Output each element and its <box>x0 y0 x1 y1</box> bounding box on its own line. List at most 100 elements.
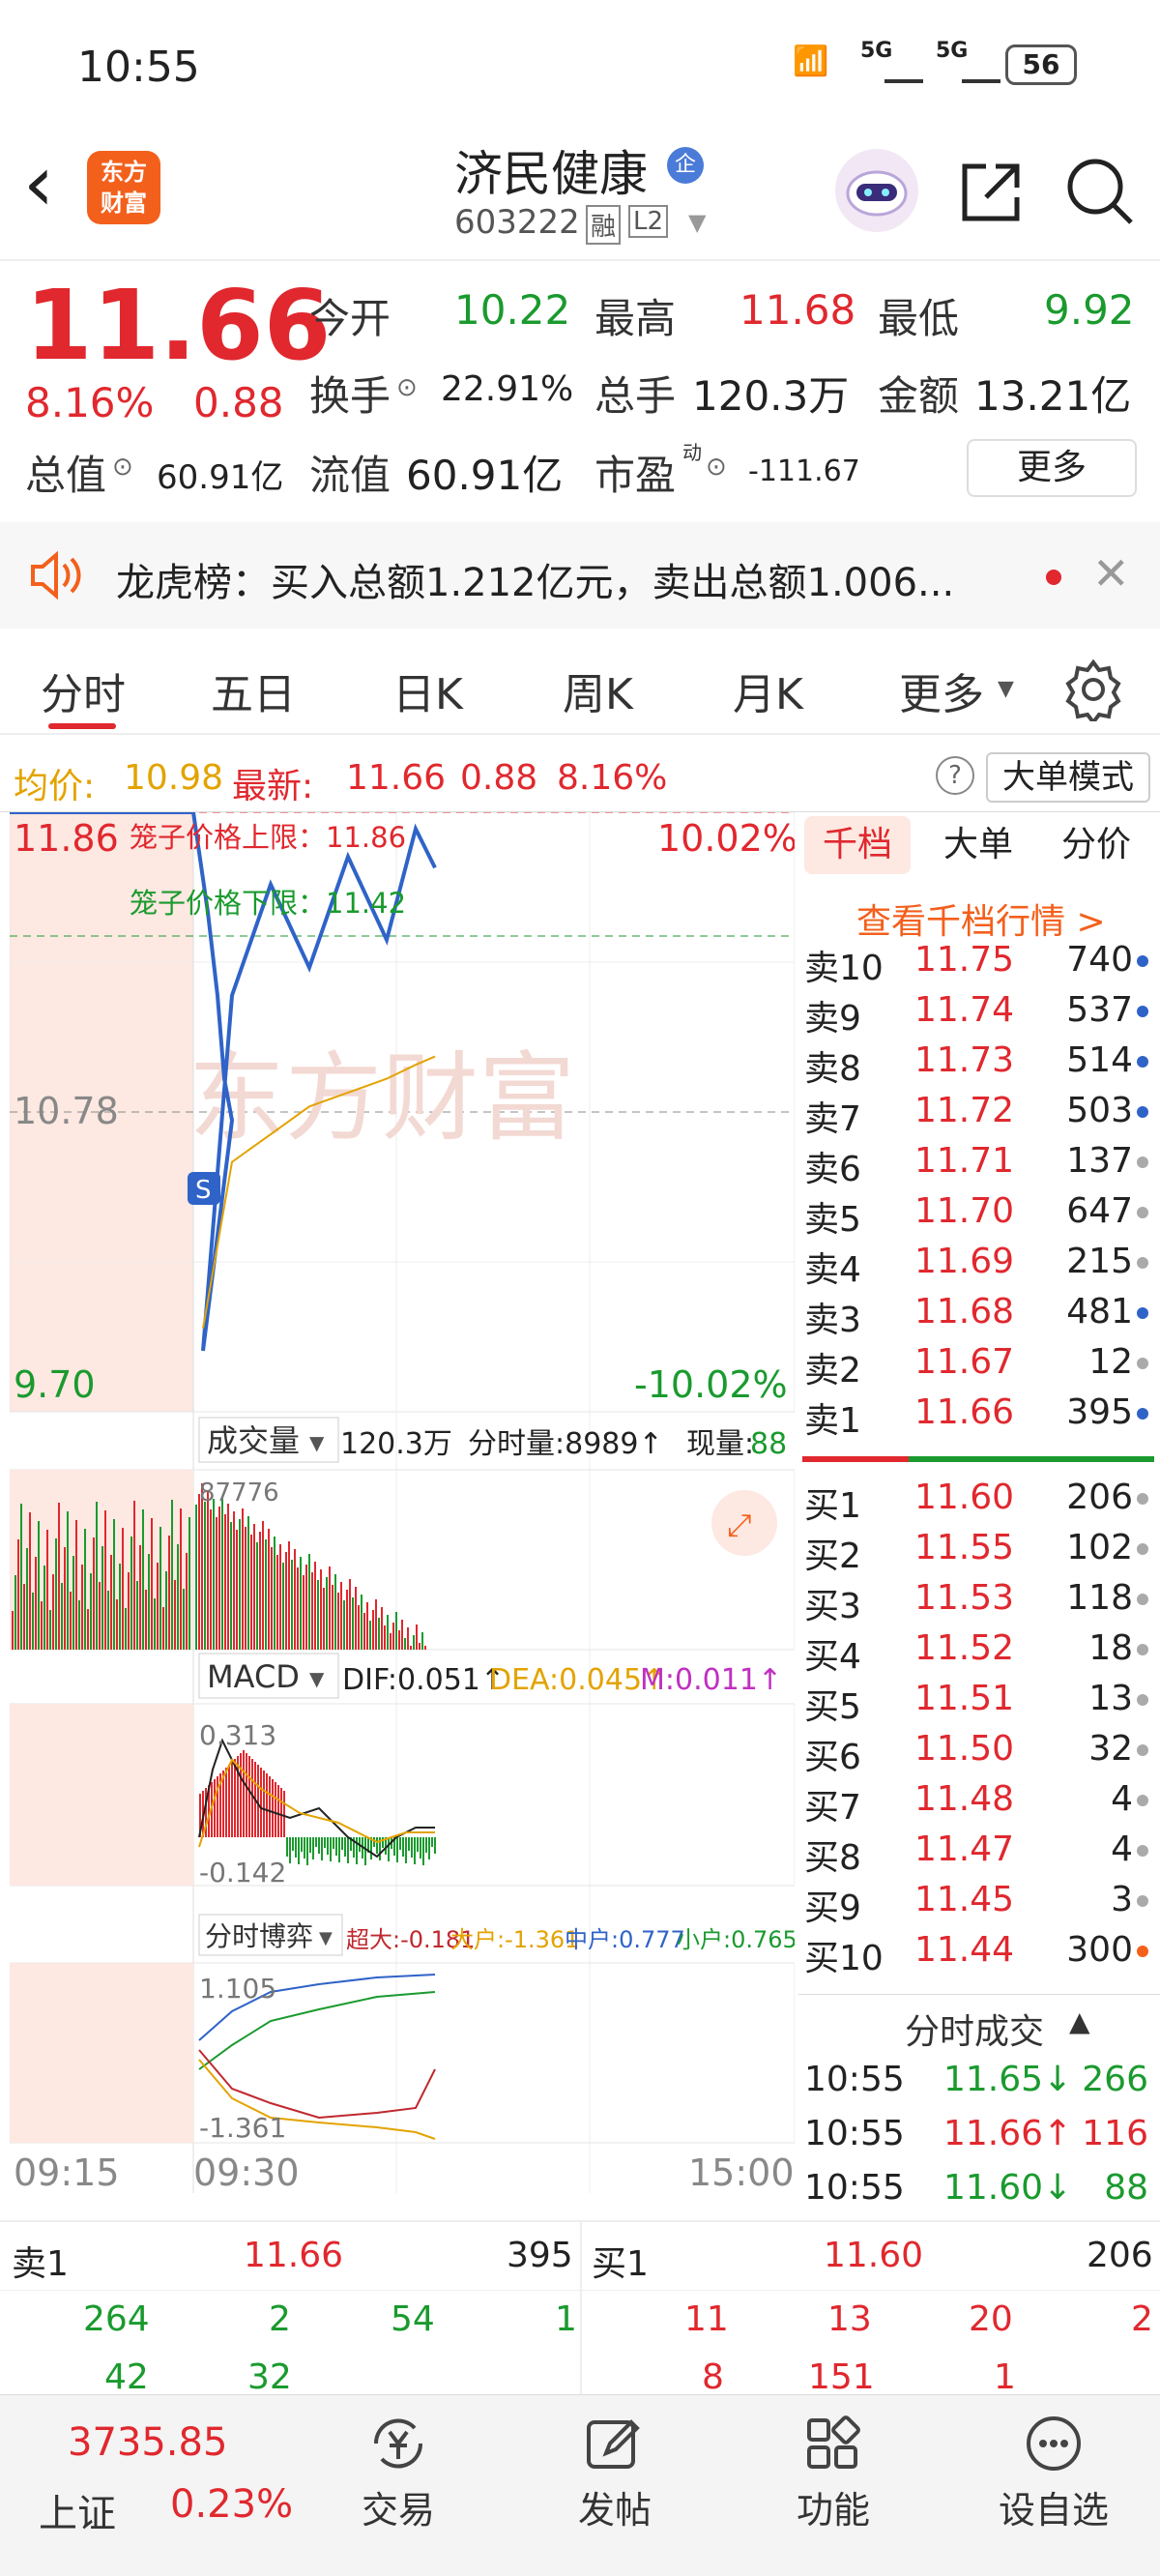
macd-bar <box>263 1771 265 1837</box>
info-icon[interactable]: ⊙ <box>396 373 418 402</box>
volume-bar <box>358 1605 360 1650</box>
chevron-down-icon[interactable]: ▼ <box>309 1431 325 1454</box>
asks-row[interactable]: 卖7 11.72 503 <box>798 1091 1160 1141</box>
chevron-down-icon[interactable]: ▼ <box>309 1667 325 1690</box>
macd-bar <box>275 1782 276 1837</box>
macd-bar <box>327 1837 329 1855</box>
nav-post[interactable]: 发帖 <box>537 2415 692 2533</box>
asks-row[interactable]: 卖1 11.66 395 <box>798 1392 1160 1443</box>
intraday-chart-svg[interactable]: 东方财富 S 11.86 10.78 9.70 10.02% -10.02% 笼… <box>9 810 798 2194</box>
asks-row[interactable]: 卖2 11.67 12 <box>798 1342 1160 1392</box>
intraday-chart-area[interactable]: 东方财富 S 11.86 10.78 9.70 10.02% -10.02% 笼… <box>9 810 798 2194</box>
status-dot <box>1137 1106 1148 1118</box>
bids-row[interactable]: 买8 11.47 4 <box>798 1830 1160 1880</box>
asks-row[interactable]: 卖6 11.71 137 <box>798 1141 1160 1191</box>
latest-label: 最新: <box>232 767 314 806</box>
pre-market-shade <box>10 1704 193 1886</box>
low-label: 最低 <box>878 295 960 342</box>
tab-weekly-k[interactable]: 周K <box>563 659 633 721</box>
tab-monthly-k[interactable]: 月K <box>733 659 803 721</box>
volume-bar <box>107 1591 109 1650</box>
bids-row[interactable]: 买7 11.48 4 <box>798 1779 1160 1830</box>
tick-volume: 分时量:8989↑ <box>468 1427 663 1461</box>
expand-icon[interactable]: ⤢ <box>727 1507 752 1543</box>
volume-bar <box>183 1589 185 1650</box>
tab-daily-k[interactable]: 日K <box>392 659 463 721</box>
asks-row[interactable]: 卖3 11.68 481 <box>798 1292 1160 1342</box>
chevron-down-icon[interactable]: ▼ <box>998 677 1014 701</box>
nav-functions[interactable]: 功能 <box>756 2415 911 2533</box>
tab-price-distribution[interactable]: 分价 <box>1061 816 1131 874</box>
asks-row[interactable]: 卖9 11.74 537 <box>798 990 1160 1040</box>
robot-assistant-icon[interactable] <box>835 149 918 232</box>
chevron-down-icon[interactable]: ▼ <box>319 1928 333 1948</box>
chevron-up-icon[interactable]: ▲ <box>1069 2005 1090 2037</box>
volume-bar <box>125 1608 127 1650</box>
macd-bar <box>425 1837 427 1853</box>
float-label: 流值 <box>309 452 392 499</box>
asks-row[interactable]: 卖10 11.75 740 <box>798 940 1160 990</box>
search-icon[interactable] <box>1063 155 1137 232</box>
macd-bar <box>408 1837 410 1851</box>
more-button[interactable]: 更多 <box>967 439 1137 497</box>
asks-row[interactable]: 卖8 11.73 514 <box>798 1040 1160 1091</box>
tab-large-orders[interactable]: 大单 <box>943 816 1013 874</box>
tab-more[interactable]: 更多 <box>899 659 984 721</box>
current-volume: 88 <box>750 1427 787 1461</box>
share-icon[interactable] <box>957 159 1025 230</box>
volume-bar <box>23 1584 25 1650</box>
volume-bar <box>17 1539 19 1650</box>
volume-bar <box>210 1509 212 1650</box>
app-logo[interactable]: 东方 财富 <box>87 151 160 224</box>
status-dot <box>1137 1694 1148 1706</box>
bids-price: 11.47 <box>914 1830 1015 1869</box>
index-percent[interactable]: 0.23% <box>170 2482 293 2527</box>
macd-bar <box>292 1837 294 1851</box>
macd-bar <box>414 1837 416 1864</box>
chevron-down-icon[interactable]: ▼ <box>688 209 706 236</box>
macd-bar <box>341 1837 343 1850</box>
tab-intraday[interactable]: 分时 <box>41 659 126 721</box>
index-name[interactable]: 上证 <box>39 2482 116 2538</box>
bids-row[interactable]: 买3 11.53 118 <box>798 1578 1160 1628</box>
gear-icon[interactable] <box>1061 658 1125 726</box>
volume-bar <box>122 1528 124 1650</box>
volume-bar <box>419 1643 420 1650</box>
asks-row[interactable]: 卖4 11.69 215 <box>798 1242 1160 1292</box>
volume-bar <box>392 1623 394 1650</box>
volume-bar <box>20 1504 22 1650</box>
pct-top-label: 10.02% <box>657 817 795 860</box>
macd-m: M:0.011↑ <box>640 1663 782 1697</box>
ticks-title[interactable]: 分时成交 <box>905 2004 1044 2054</box>
bids-row[interactable]: 买5 11.51 13 <box>798 1679 1160 1729</box>
info-icon[interactable]: ⊙ <box>112 453 133 482</box>
volume-bar <box>52 1574 54 1650</box>
bids-row[interactable]: 买6 11.50 32 <box>798 1729 1160 1779</box>
asks-row[interactable]: 卖5 11.70 647 <box>798 1191 1160 1242</box>
bids-row[interactable]: 买10 11.44 300 <box>798 1930 1160 1980</box>
help-icon[interactable]: ? <box>936 756 974 795</box>
index-value[interactable]: 3735.85 <box>68 2420 227 2465</box>
large-order-mode-button[interactable]: 大单模式 <box>986 752 1150 803</box>
view-thousand-level-link[interactable]: 查看千档行情 > <box>856 893 1106 944</box>
nav-trade[interactable]: 交易 <box>321 2415 476 2533</box>
close-icon[interactable]: ✕ <box>1092 547 1130 600</box>
divider <box>798 1994 1160 1995</box>
tab-five-day[interactable]: 五日 <box>211 659 296 721</box>
info-icon[interactable]: ⊙ <box>706 453 727 482</box>
level2-tag[interactable]: L2 <box>628 205 669 238</box>
bids-row[interactable]: 买4 11.52 18 <box>798 1628 1160 1679</box>
bids-row[interactable]: 买9 11.45 3 <box>798 1880 1160 1930</box>
notice-bar[interactable]: 龙虎榜：买入总额1.212亿元，卖出总额1.006... ✕ <box>0 522 1160 629</box>
volume-bar <box>174 1580 176 1650</box>
nav-add-watchlist[interactable]: 设自选 <box>976 2415 1131 2533</box>
back-button[interactable]: ‹ <box>23 145 54 222</box>
volume-bar <box>116 1599 118 1650</box>
bids-row[interactable]: 买2 11.55 102 <box>798 1528 1160 1578</box>
queue-item: 1 <box>994 2357 1016 2397</box>
bids-volume: 18 <box>1088 1628 1133 1668</box>
bids-row[interactable]: 买1 11.60 206 <box>798 1478 1160 1528</box>
volume-bar <box>253 1524 255 1650</box>
tab-thousand-level[interactable]: 千档 <box>804 816 911 874</box>
macd-bar <box>289 1837 291 1863</box>
